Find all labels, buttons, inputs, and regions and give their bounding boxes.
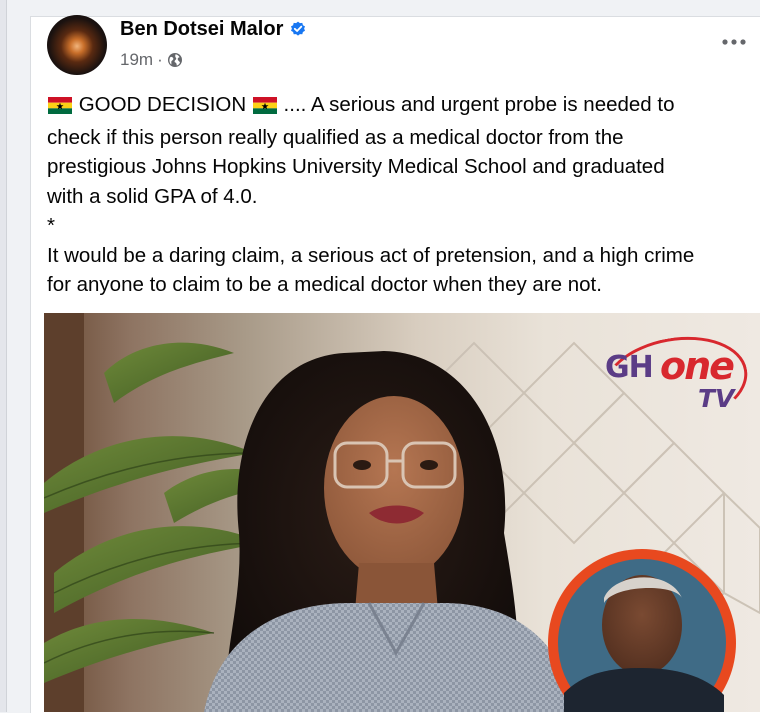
post-timestamp[interactable]: 19m [120,50,153,70]
meta-separator: · [157,50,163,69]
post-text-line-1: GOOD DECISION .... A serious and urgent … [47,90,759,123]
post-text-line-4: with a solid GPA of 4.0. [47,184,258,208]
globe-icon[interactable] [167,52,183,68]
author-avatar[interactable] [47,15,107,75]
post-text-line-3: prestigious Johns Hopkins University Med… [47,155,665,178]
author-name[interactable]: Ben Dotsei Malor [120,18,283,41]
watermark-one: one [660,344,735,388]
left-rail-divider [6,0,7,712]
post-text-line-5: * [47,214,55,237]
more-options-icon [721,33,747,51]
post-text: GOOD DECISION .... A serious and urgent … [47,90,759,300]
post-text-line-2: check if this person really qualified as… [47,125,624,149]
ghone-tv-watermark: GH one TV [595,325,755,439]
ghana-flag-icon [252,93,277,123]
more-options-button[interactable] [716,28,752,56]
ghana-flag-icon [48,93,72,123]
verified-badge-icon [290,21,306,37]
post-image[interactable]: GH one TV [44,313,760,712]
post-meta-row: 19m · [120,48,183,72]
watermark-gh: GH [605,350,654,385]
watermark-tv: TV [698,384,735,413]
post-text-line-7: for anyone to claim to be a medical doct… [47,273,602,296]
author-name-row: Ben Dotsei Malor [120,14,306,44]
post-text-line-6: It would be a daring claim, a serious ac… [47,243,695,267]
